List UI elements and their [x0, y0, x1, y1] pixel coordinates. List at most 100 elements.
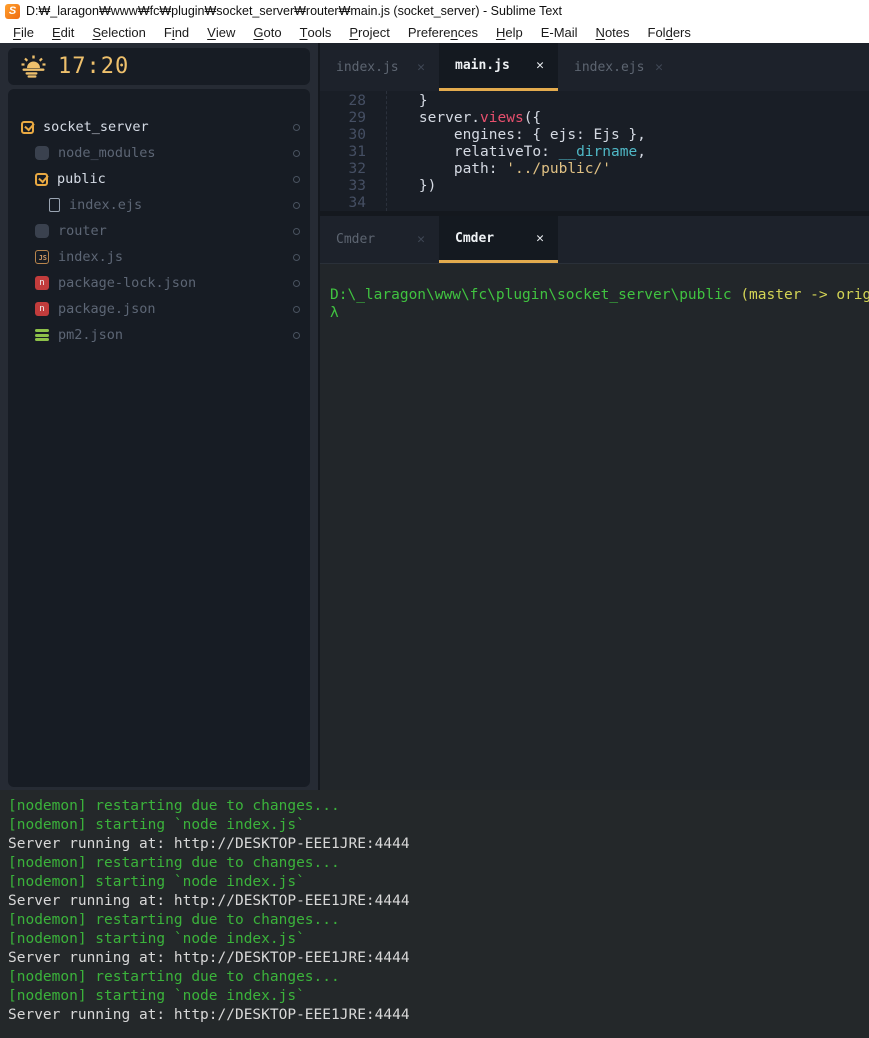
line-number: 31	[320, 144, 366, 161]
status-circle-icon[interactable]	[293, 280, 300, 287]
close-tab-icon[interactable]: ✕	[655, 60, 663, 75]
status-circle-icon[interactable]	[293, 228, 300, 235]
tree-item-label: pm2.json	[58, 327, 123, 343]
console-line: [nodemon] restarting due to changes...	[8, 911, 869, 930]
tree-item-label: package-lock.json	[58, 275, 196, 291]
code-editor[interactable]: 28 }29 server.views({30 engines: { ejs: …	[320, 91, 869, 211]
tree-item-package-lock.json[interactable]: npackage-lock.json	[8, 270, 310, 296]
tree-item-label: package.json	[58, 301, 156, 317]
editor-tab-index.js[interactable]: index.js ✕	[320, 43, 439, 91]
code-line: 28 }	[320, 93, 869, 110]
line-number: 30	[320, 127, 366, 144]
terminal-output[interactable]: D:\_laragon\www\fc\plugin\socket_server\…	[320, 264, 869, 790]
status-circle-icon[interactable]	[293, 124, 300, 131]
menu-item-file[interactable]: File	[4, 22, 43, 43]
menubar: FileEditSelectionFindViewGotoToolsProjec…	[0, 22, 869, 43]
terminal-text: λ	[330, 305, 339, 321]
sublime-text-window: S D:₩_laragon₩www₩fc₩plugin₩socket_serve…	[0, 0, 869, 1038]
code-line: 31 relativeTo: __dirname,	[320, 144, 869, 161]
tab-label: index.ejs	[574, 60, 644, 75]
menu-item-notes[interactable]: Notes	[587, 22, 639, 43]
editor-tab-main.js[interactable]: main.js ✕	[439, 43, 558, 91]
status-circle-icon[interactable]	[293, 176, 300, 183]
console-line: [nodemon] starting `node index.js`	[8, 816, 869, 835]
db-file-icon	[35, 329, 49, 342]
clock-time: 17:20	[58, 54, 129, 79]
tree-item-label: router	[58, 223, 107, 239]
status-circle-icon[interactable]	[293, 332, 300, 339]
status-circle-icon[interactable]	[293, 306, 300, 313]
terminal-tab-Cmder[interactable]: Cmder✕	[320, 216, 439, 263]
tree-item-router[interactable]: router	[8, 218, 310, 244]
tab-label: Cmder	[455, 231, 494, 246]
code-token: server.	[384, 110, 480, 126]
code-token: relativeTo:	[384, 144, 559, 160]
menu-item-edit[interactable]: Edit	[43, 22, 83, 43]
closed-folder-icon	[35, 146, 49, 160]
editor-column: index.js ✕ main.js ✕ index.ejs ✕ 28 }29 serve…	[320, 43, 869, 790]
tree-item-public[interactable]: public	[8, 166, 310, 192]
tree-item-socket_server[interactable]: socket_server	[8, 114, 310, 140]
tree-item-label: index.ejs	[69, 197, 142, 213]
tree-item-label: index.js	[58, 249, 123, 265]
close-tab-icon[interactable]: ✕	[536, 58, 544, 73]
code-text: engines: { ejs: Ejs },	[366, 127, 646, 144]
tab-label: main.js	[455, 58, 510, 73]
tree-item-index.js[interactable]: JSindex.js	[8, 244, 310, 270]
menu-item-preferences[interactable]: Preferences	[399, 22, 487, 43]
close-tab-icon[interactable]: ✕	[417, 60, 425, 75]
menu-item-tools[interactable]: Tools	[291, 22, 341, 43]
menu-item-selection[interactable]: Selection	[83, 22, 154, 43]
status-circle-icon[interactable]	[293, 254, 300, 261]
code-token: }	[384, 93, 428, 109]
code-token: __dirname	[559, 144, 638, 160]
menu-item-folders[interactable]: Folders	[639, 22, 700, 43]
tree-item-node_modules[interactable]: node_modules	[8, 140, 310, 166]
line-number: 29	[320, 110, 366, 127]
console-line: [nodemon] restarting due to changes...	[8, 797, 869, 816]
code-token: views	[480, 110, 524, 126]
terminal-tab-bar: Cmder✕Cmder✕	[320, 216, 869, 264]
file-icon	[49, 198, 60, 212]
menu-item-find[interactable]: Find	[155, 22, 198, 43]
terminal-text: D:\_laragon\www\fc\plugin\socket_server\…	[330, 287, 740, 303]
menu-item-view[interactable]: View	[198, 22, 244, 43]
menu-item-e-mail[interactable]: E-Mail	[532, 22, 587, 43]
tree-item-label: public	[57, 171, 106, 187]
sublime-logo-icon: S	[5, 4, 20, 19]
console-line: [nodemon] starting `node index.js`	[8, 873, 869, 892]
code-token: engines: { ejs: Ejs },	[384, 127, 646, 143]
code-line: 34	[320, 195, 869, 212]
status-circle-icon[interactable]	[293, 150, 300, 157]
npm-file-icon: n	[35, 302, 49, 316]
tree-item-package.json[interactable]: n package.json	[8, 296, 310, 322]
terminal-tab-Cmder[interactable]: Cmder ✕	[439, 216, 558, 263]
status-circle-icon[interactable]	[293, 202, 300, 209]
code-text: }	[366, 93, 428, 110]
close-tab-icon[interactable]: ✕	[536, 231, 544, 246]
open-folder-icon	[35, 173, 48, 186]
editor-tab-index.ejs[interactable]: index.ejs ✕	[558, 43, 677, 91]
sidebar: 17:20 socket_servernode_modulespublic ind…	[0, 43, 318, 790]
tree-item-index.ejs[interactable]: index.ejs	[8, 192, 310, 218]
console-line: Server running at: http://DESKTOP-EEE1JR…	[8, 892, 869, 911]
code-text: relativeTo: __dirname,	[366, 144, 646, 161]
menu-item-project[interactable]: Project	[340, 22, 398, 43]
close-tab-icon[interactable]: ✕	[417, 232, 425, 247]
menu-item-help[interactable]: Help	[487, 22, 532, 43]
console-line: [nodemon] starting `node index.js`	[8, 987, 869, 1006]
tab-label: index.js	[336, 60, 399, 75]
tree-item-pm2.json[interactable]: pm2.json	[8, 322, 310, 348]
code-text	[366, 195, 384, 212]
terminal-line: λ	[330, 304, 869, 322]
code-line: 29 server.views({	[320, 110, 869, 127]
code-token: })	[384, 178, 436, 194]
build-output-panel[interactable]: [nodemon] restarting due to changes...[n…	[0, 790, 869, 1038]
menu-item-goto[interactable]: Goto	[244, 22, 290, 43]
editor-tab-bar: index.js ✕ main.js ✕ index.ejs ✕	[320, 43, 869, 91]
sunset-icon	[20, 55, 47, 78]
code-text: server.views({	[366, 110, 541, 127]
terminal-line: D:\_laragon\www\fc\plugin\socket_server\…	[330, 286, 869, 304]
code-line: 33 })	[320, 178, 869, 195]
code-token: ({	[524, 110, 541, 126]
